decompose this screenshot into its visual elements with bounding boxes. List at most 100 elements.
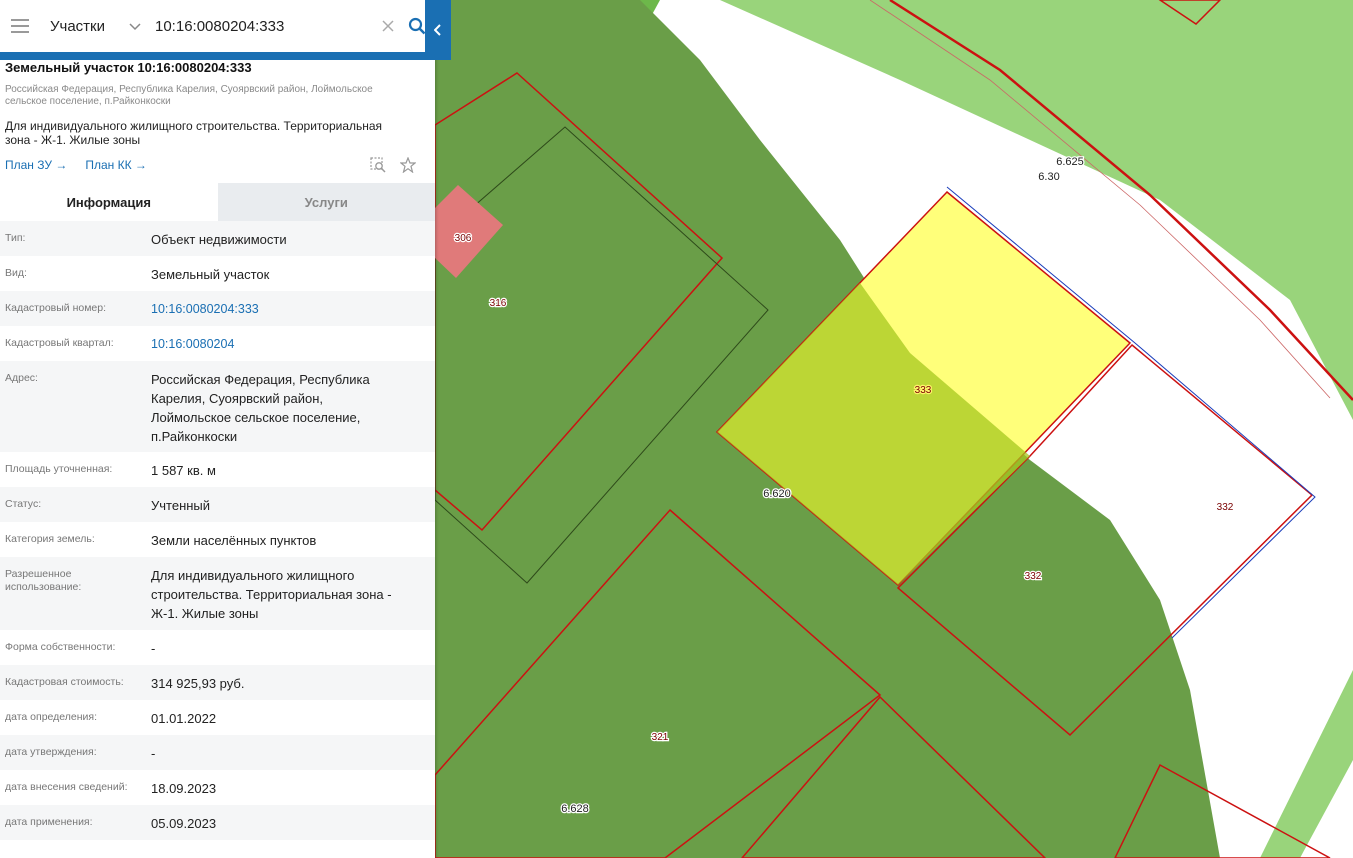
info-row-key: Вид: [5,256,151,291]
info-row-value: 1 587 кв. м [151,452,430,487]
info-row-key: дата внесения сведений: [5,770,151,805]
info-row-key: Тип: [5,221,151,256]
info-row-value-line: Российская Федерация, Республика [151,372,370,387]
info-row-value-line: п.Райконкоски [151,429,238,444]
info-row-key-line: Форма собственности: [5,641,116,653]
info-row-value: Для индивидуального жилищного строительст… [151,557,430,630]
info-row-key-line: Категория земель: [5,533,95,545]
info-row: дата внесения сведений: 18.09.2023 [0,770,435,805]
map-label-321: 321 [652,732,669,743]
info-row-key-line: Кадастровый квартал: [5,337,114,349]
info-row-key-line: Тип: [5,232,26,244]
info-row-value: 18.09.2023 [151,770,430,805]
info-row-value-line: 314 925,93 руб. [151,676,245,691]
parcel-purpose: Для индивидуального жилищного строительс… [5,119,430,147]
info-row-key-line: Адрес: [5,372,38,384]
info-row-key-line: дата утверждения: [5,746,97,758]
info-row: Кадастровая стоимость: 314 925,93 руб. [0,665,435,700]
info-row-key: дата утверждения: [5,735,151,770]
info-row-value: Земельный участок [151,256,430,291]
info-row: Разрешенное использование: Для индивидуаль… [0,557,435,630]
info-row-value-line: 18.09.2023 [151,781,217,796]
info-row: Кадастровый номер: 10:16:0080204:333 [0,291,435,326]
info-row-value-line: 01.01.2022 [151,711,217,726]
info-row: Тип: Объект недвижимости [0,221,435,256]
info-row-key: дата применения: [5,805,151,840]
info-row-key-line: Вид: [5,267,27,279]
info-row-key-line: дата применения: [5,816,93,828]
map-label-332-white: 332 [1217,502,1234,513]
info-row-value-line: Земельный участок [151,267,270,282]
menu-icon[interactable] [0,0,40,52]
parcel-purpose-line2: зона - Ж-1. Жилые зоны [5,133,141,147]
map-label-6620: 6.620 [763,488,791,500]
info-row-value: Объект недвижимости [151,221,430,256]
info-row-key: Кадастровая стоимость: [5,665,151,700]
info-row-key: дата определения: [5,700,151,735]
info-row-value-line: Карелия, Суоярвский район, [151,391,323,406]
parcel-purpose-line1: Для индивидуального жилищного строительс… [5,119,383,133]
info-row-value-line: Земли населённых пунктов [151,533,317,548]
map-label-6625: 6.625 [1056,156,1084,168]
search-input[interactable] [150,0,377,52]
info-row-key: Кадастровый номер: [5,291,151,326]
layer-select[interactable]: Участки [40,0,150,52]
search-underline [0,52,425,60]
info-row-value-line: 10:16:0080204 [151,337,235,351]
info-table: Тип: Объект недвижимости Вид: Земельный уча… [0,221,435,840]
info-row: Кадастровый квартал: 10:16:0080204 [0,326,435,361]
info-row-value-line: Для индивидуального жилищного [151,568,355,583]
info-row-value-line: - [151,746,156,761]
map-label-630: 6.30 [1038,171,1059,183]
info-row-value-line: Лоймольское сельское поселение, [151,410,361,425]
tab-services[interactable]: Услуги [217,183,435,221]
info-row-key-line: Разрешенное [5,568,72,580]
map-label-306: 306 [455,233,472,244]
map-label-316: 316 [490,298,507,309]
parcel-address-line2: сельское поселение, п.Райконкоски [5,96,171,107]
info-row-key: Разрешенное использование: [5,557,151,630]
info-row: Категория земель: Земли населённых пункто… [0,522,435,557]
info-row-link[interactable]: 10:16:0080204 [151,326,430,361]
info-panel: Участки Земельный участок 10:16:0080204:… [0,0,435,858]
layer-select-label: Участки [50,17,105,35]
info-row: Адрес: Российская Федерация, Республика Ка… [0,361,435,452]
tab-info[interactable]: Информация [0,183,218,221]
info-row: дата определения: 01.01.2022 [0,700,435,735]
zoom-to-object-icon[interactable] [370,157,386,173]
info-row: дата применения: 05.09.2023 [0,805,435,840]
info-row-value-line: Объект недвижимости [151,232,287,247]
map-label-333: 333 [915,385,932,396]
info-row: Форма собственности: - [0,630,435,665]
plan-zu-link[interactable]: План ЗУ → [5,158,67,172]
info-row-value-line: Учтенный [151,498,211,513]
info-row-key-line: дата внесения сведений: [5,781,128,793]
collapse-panel-button[interactable] [425,0,451,60]
info-row-key: Категория земель: [5,522,151,557]
info-row-key-line: Кадастровая стоимость: [5,676,124,688]
info-row-link[interactable]: 10:16:0080204:333 [151,291,430,326]
map-label-332-green: 332 [1025,571,1042,582]
clear-icon[interactable] [377,0,399,52]
parcel-title: Земельный участок 10:16:0080204:333 [5,60,252,75]
info-row: Площадь уточненная: 1 587 кв. м [0,452,435,487]
info-row-value-line: 1 587 кв. м [151,463,216,478]
info-row-value-line: строительства. Территориальная зона - [151,587,392,602]
star-icon[interactable] [400,157,416,173]
chevron-down-icon [129,23,141,31]
chevron-left-icon [434,24,441,36]
plan-kk-link[interactable]: План КК → [85,158,147,172]
parcel-address-summary: Российская Федерация, Республика Карелия… [5,84,430,108]
info-row-key-line: Площадь уточненная: [5,463,113,475]
parcel-address-line1: Российская Федерация, Республика Карелия… [5,84,373,95]
info-row-key-line: Кадастровый номер: [5,302,107,314]
info-row-key: Площадь уточненная: [5,452,151,487]
info-row-value-line: 10:16:0080204:333 [151,302,259,316]
info-row-key: Адрес: [5,361,151,452]
info-row-value: - [151,735,430,770]
info-row: дата утверждения: - [0,735,435,770]
info-row-value-line: 05.09.2023 [151,816,217,831]
info-row-value: Российская Федерация, Республика Карелия,… [151,361,430,452]
info-row-value: Земли населённых пунктов [151,522,430,557]
panel-tabs: Информация Услуги [0,183,435,221]
